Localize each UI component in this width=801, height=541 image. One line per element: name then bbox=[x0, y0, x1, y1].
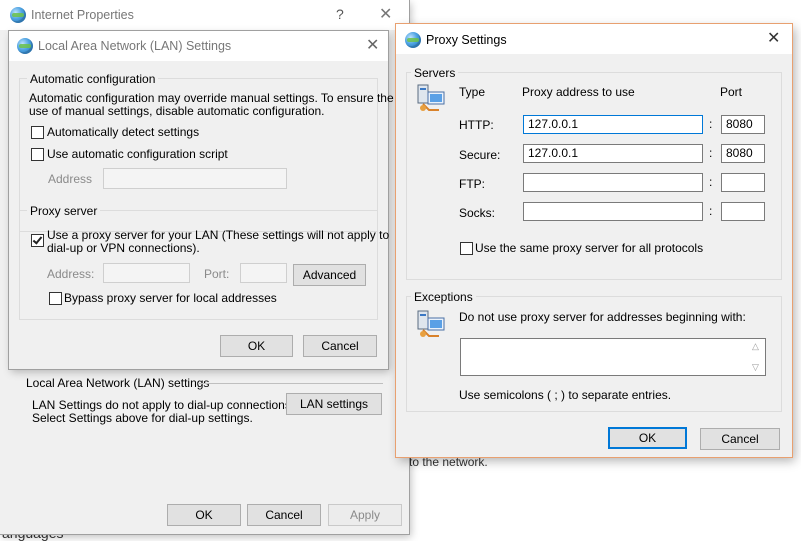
lan-close-icon[interactable]: ✕ bbox=[366, 38, 379, 54]
semicolons-note: Use semicolons ( ; ) to separate entries… bbox=[459, 388, 672, 402]
proxy-ok-button[interactable]: OK bbox=[608, 427, 687, 449]
exceptions-textarea[interactable]: △ ▽ bbox=[460, 338, 766, 376]
auto-config-label: Automatic configuration bbox=[27, 72, 159, 86]
socks-address-input[interactable] bbox=[523, 202, 703, 221]
proxy-port-label: Port: bbox=[204, 267, 230, 281]
use-proxy-checkbox[interactable] bbox=[31, 234, 44, 247]
auto-script-checkbox[interactable] bbox=[31, 148, 44, 161]
socks-colon: : bbox=[709, 204, 713, 218]
internet-properties-title: Internet Properties bbox=[31, 8, 134, 22]
http-port-input[interactable]: 8080 bbox=[721, 115, 765, 134]
secure-address-input[interactable]: 127.0.0.1 bbox=[523, 144, 703, 163]
lan-ok-button[interactable]: OK bbox=[220, 335, 293, 357]
lan-settings-button[interactable]: LAN settings bbox=[286, 393, 382, 415]
lan-dialog-title: Local Area Network (LAN) Settings bbox=[38, 39, 232, 53]
exceptions-label: Exceptions bbox=[411, 290, 476, 304]
exceptions-network-icon bbox=[417, 310, 445, 337]
internet-properties-titlebar: Internet Properties ? ✕ bbox=[0, 0, 409, 30]
ftp-colon: : bbox=[709, 175, 713, 189]
ok-button[interactable]: OK bbox=[167, 504, 241, 526]
same-proxy-checkbox[interactable] bbox=[460, 242, 473, 255]
proxy-dialog-title: Proxy Settings bbox=[426, 33, 507, 47]
proxy-address-label: Address: bbox=[47, 267, 95, 281]
internet-globe-icon bbox=[10, 7, 26, 23]
col-address-header: Proxy address to use bbox=[522, 85, 635, 99]
close-icon[interactable]: ✕ bbox=[379, 7, 392, 23]
ftp-port-input[interactable] bbox=[721, 173, 765, 192]
auto-detect-checkbox[interactable] bbox=[31, 126, 44, 139]
auto-config-desc-line2: use of manual settings, disable automati… bbox=[29, 104, 325, 118]
scroll-up-arrow-icon[interactable]: △ bbox=[752, 341, 759, 352]
background-network-text: to the network. bbox=[409, 455, 488, 469]
lan-settings-dialog: Local Area Network (LAN) Settings ✕ Auto… bbox=[9, 31, 394, 369]
proxy-cancel-button[interactable]: Cancel bbox=[700, 428, 780, 450]
ftp-type-label: FTP: bbox=[459, 177, 485, 191]
proxy-port-input[interactable] bbox=[240, 263, 287, 283]
cancel-button[interactable]: Cancel bbox=[247, 504, 321, 526]
servers-network-icon bbox=[417, 84, 445, 111]
auto-detect-label: Automatically detect settings bbox=[47, 125, 200, 139]
socks-type-label: Socks: bbox=[459, 206, 496, 220]
bypass-local-checkbox[interactable] bbox=[49, 292, 62, 305]
lan-section-divider bbox=[198, 383, 383, 384]
lan-section-label: Local Area Network (LAN) settings bbox=[26, 376, 210, 390]
proxy-settings-dialog: Proxy Settings ✕ Servers Type Proxy addr… bbox=[396, 24, 792, 457]
proxy-close-icon[interactable]: ✕ bbox=[767, 31, 780, 47]
proxy-dialog-titlebar: Proxy Settings ✕ bbox=[396, 24, 792, 54]
advanced-button[interactable]: Advanced bbox=[293, 264, 366, 286]
use-proxy-label-line1: Use a proxy server for your LAN (These s… bbox=[47, 228, 390, 242]
lan-note-line2: Select Settings above for dial-up settin… bbox=[32, 411, 253, 425]
socks-port-input[interactable] bbox=[721, 202, 765, 221]
help-button[interactable]: ? bbox=[336, 6, 344, 22]
lan-cancel-button[interactable]: Cancel bbox=[303, 335, 377, 357]
lan-dialog-titlebar: Local Area Network (LAN) Settings ✕ bbox=[9, 31, 388, 61]
http-address-input[interactable]: 127.0.0.1 bbox=[523, 115, 703, 134]
proxy-address-input[interactable] bbox=[103, 263, 190, 283]
bypass-local-label: Bypass proxy server for local addresses bbox=[64, 291, 277, 305]
auto-config-desc-line1: Automatic configuration may override man… bbox=[29, 91, 394, 105]
proxy-globe-icon bbox=[405, 32, 421, 48]
exceptions-description: Do not use proxy server for addresses be… bbox=[459, 310, 746, 324]
same-proxy-label: Use the same proxy server for all protoc… bbox=[475, 241, 704, 255]
col-type-header: Type bbox=[459, 85, 486, 99]
proxy-server-label: Proxy server bbox=[27, 204, 101, 218]
secure-port-input[interactable]: 8080 bbox=[721, 144, 765, 163]
secure-type-label: Secure: bbox=[459, 148, 501, 162]
ftp-address-input[interactable] bbox=[523, 173, 703, 192]
http-colon: : bbox=[709, 117, 713, 131]
use-proxy-label-line2: dial-up or VPN connections). bbox=[47, 241, 200, 255]
secure-colon: : bbox=[709, 146, 713, 160]
lan-note-line1: LAN Settings do not apply to dial-up con… bbox=[32, 398, 295, 412]
auto-script-address-input[interactable] bbox=[103, 168, 287, 189]
lan-globe-icon bbox=[17, 38, 33, 54]
servers-label: Servers bbox=[411, 66, 459, 80]
address-label: Address bbox=[48, 172, 93, 186]
scroll-down-arrow-icon[interactable]: ▽ bbox=[752, 362, 759, 373]
col-port-header: Port bbox=[720, 85, 743, 99]
exceptions-scrollbar[interactable]: △ ▽ bbox=[749, 339, 765, 375]
apply-button[interactable]: Apply bbox=[328, 504, 402, 526]
http-type-label: HTTP: bbox=[459, 118, 494, 132]
auto-script-label: Use automatic configuration script bbox=[47, 147, 228, 161]
